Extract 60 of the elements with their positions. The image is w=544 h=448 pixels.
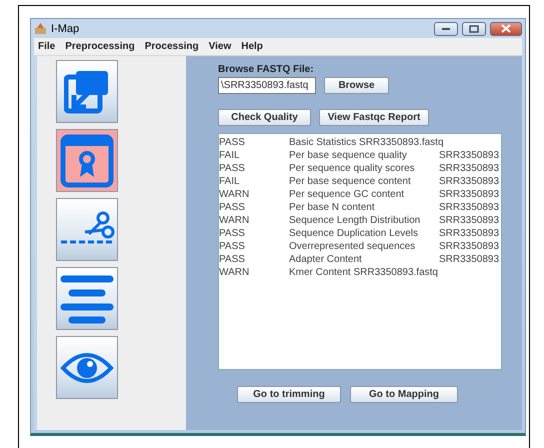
import-icon xyxy=(64,68,110,114)
status-text: WARN xyxy=(219,267,250,278)
file-name: SRR3350893 xyxy=(439,163,500,174)
file-name: SRR3350893 xyxy=(439,202,500,213)
minimize-icon xyxy=(441,26,451,30)
status-text: PASS xyxy=(219,228,246,239)
status-text: PASS xyxy=(219,241,246,252)
check-quality-button[interactable]: Check Quality xyxy=(218,109,311,126)
test-name: Per sequence GC content xyxy=(289,189,406,200)
test-name: Per base sequence content xyxy=(289,176,412,187)
close-icon xyxy=(501,24,511,33)
file-name: SRR3350893 xyxy=(439,228,500,239)
tool-button[interactable] xyxy=(56,198,118,261)
view-report-button[interactable]: View Fastqc Report xyxy=(319,109,429,126)
menu-item[interactable]: File xyxy=(38,41,56,52)
app-icon xyxy=(34,22,47,35)
test-name: Kmer Content SRR3350893.fastq xyxy=(289,267,439,278)
test-name: Basic Statistics SRR3350893.fastq xyxy=(289,137,445,148)
trimming-button[interactable]: Go to trimming xyxy=(237,386,341,403)
status-text: PASS xyxy=(219,202,246,213)
status-text: WARN xyxy=(219,189,250,200)
menu-item[interactable]: Processing xyxy=(144,41,199,52)
menu-item[interactable]: Preprocessing xyxy=(65,41,135,52)
status-text: PASS xyxy=(219,137,246,148)
window-title: I-Map xyxy=(51,22,80,34)
tool-button[interactable] xyxy=(56,129,118,192)
file-name: SRR3350893 xyxy=(439,241,500,252)
mapping-button[interactable]: Go to Mapping xyxy=(350,386,458,403)
menu-item[interactable]: View xyxy=(208,41,232,52)
file-name: SRR3350893 xyxy=(439,176,500,187)
status-text: PASS xyxy=(219,163,246,174)
file-label: Browse FASTQ File: xyxy=(218,64,315,75)
status-text: WARN xyxy=(219,215,250,226)
tool-button[interactable] xyxy=(56,60,118,123)
test-name: Per base N content xyxy=(289,202,376,213)
test-name: Per sequence quality scores xyxy=(289,163,416,174)
status-text: FAIL xyxy=(219,150,241,161)
test-name: Sequence Duplication Levels xyxy=(289,228,419,239)
test-name: Overrepresented sequences xyxy=(289,241,416,252)
test-name: Adapter Content xyxy=(289,254,363,265)
menu-item[interactable]: Help xyxy=(241,41,263,52)
status-text: PASS xyxy=(219,254,246,265)
maximize-button[interactable] xyxy=(462,22,486,36)
minimize-button[interactable] xyxy=(434,22,458,36)
test-name: Per base sequence quality xyxy=(289,150,408,161)
close-button[interactable] xyxy=(490,22,522,36)
eye-icon xyxy=(60,350,114,384)
tool-button[interactable] xyxy=(56,336,118,399)
browse-button[interactable]: Browse xyxy=(324,77,389,94)
test-name: Sequence Length Distribution xyxy=(289,215,422,226)
certificate-icon xyxy=(60,134,114,188)
file-name: SRR3350893 xyxy=(439,150,500,161)
file-name: SRR3350893 xyxy=(439,254,500,265)
maximize-icon xyxy=(469,24,479,32)
file-name: SRR3350893 xyxy=(439,215,500,226)
file-name: SRR3350893 xyxy=(439,189,500,200)
file-field[interactable]: \SRR3350893.fastq xyxy=(218,77,316,94)
text-lines-icon xyxy=(60,272,114,324)
tool-button[interactable] xyxy=(56,267,118,330)
status-text: FAIL xyxy=(219,176,241,187)
